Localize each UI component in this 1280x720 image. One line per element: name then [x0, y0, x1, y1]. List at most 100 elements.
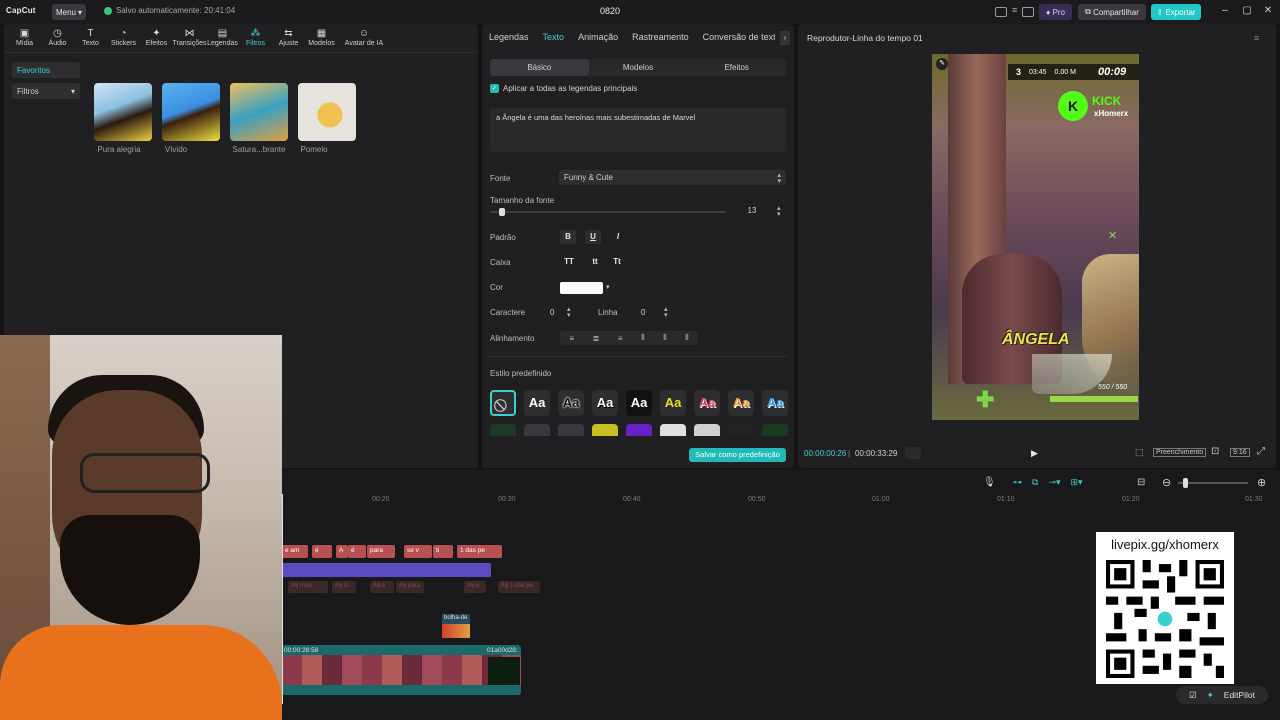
subtab-basic[interactable]: Básico: [490, 59, 589, 76]
tab-transitions[interactable]: ⋈ Transições: [173, 28, 207, 50]
sticker-clip-label[interactable]: bolha-de: [442, 614, 470, 624]
shortcuts-icon[interactable]: [1022, 7, 1034, 17]
tab-captions[interactable]: Legendas: [489, 32, 529, 42]
preset-style[interactable]: Aa: [728, 390, 754, 416]
tab-filters[interactable]: ⁂ Filtros: [239, 28, 272, 50]
font-size-slider[interactable]: [490, 211, 726, 213]
muted-text-clip[interactable]: A§ 1 das pe: [498, 581, 540, 593]
close-icon[interactable]: ✕: [1261, 5, 1275, 16]
save-preset-button[interactable]: Salvar como predefinição: [689, 448, 786, 462]
snap-icon[interactable]: ⊸▾: [1048, 477, 1060, 488]
tab-audio[interactable]: ◷ Áudio: [41, 28, 74, 50]
menu-button[interactable]: Menu ▾: [52, 4, 86, 20]
muted-text-clip[interactable]: A§ mais: [288, 581, 328, 593]
tab-adjust[interactable]: ⇆ Ajuste: [272, 28, 305, 50]
tab-text[interactable]: T Texto: [74, 28, 107, 50]
microphone-icon[interactable]: 🎙: [983, 477, 996, 488]
preset-style[interactable]: Aa: [524, 390, 550, 416]
magnet-icon[interactable]: ⧉: [1032, 477, 1038, 488]
preset-style[interactable]: [694, 424, 720, 436]
apply-all-checkbox[interactable]: ✓ Aplicar a todas as legendas principais: [490, 84, 637, 93]
caption-text-input[interactable]: a Ângela é uma das heroínas mais subesti…: [490, 108, 786, 152]
layout-icon[interactable]: [995, 7, 1007, 17]
tab-templates[interactable]: ▦ Modelos: [305, 28, 338, 50]
editpilot-button[interactable]: ☑ ✦ EditPilot: [1176, 686, 1268, 704]
filter-thumb-pomelo[interactable]: [298, 83, 356, 141]
sidebar-item-filters[interactable]: Filtros ▾: [12, 83, 80, 99]
filter-thumb-vivido[interactable]: [162, 83, 220, 141]
snapshot-icon[interactable]: ⊡: [1211, 446, 1219, 457]
tab-media[interactable]: ▣ Mídia: [8, 28, 41, 50]
muted-text-clip[interactable]: A§ é: [370, 581, 394, 593]
filter-thumb-pura-alegria[interactable]: [94, 83, 152, 141]
play-icon[interactable]: ▶: [1031, 448, 1038, 459]
layout-menu-icon[interactable]: ≡: [1012, 5, 1017, 15]
text-clip[interactable]: ti: [433, 545, 453, 558]
font-size-value[interactable]: 13: [740, 206, 764, 215]
preset-style[interactable]: Aa: [592, 390, 618, 416]
lowercase-button[interactable]: tt: [587, 255, 603, 269]
font-select[interactable]: Funny & Cute ▴ ▾: [559, 170, 786, 185]
font-size-slider-handle[interactable]: [499, 208, 506, 216]
align-bottom-icon[interactable]: ⫴: [685, 333, 688, 343]
color-swatch[interactable]: [560, 282, 603, 294]
preset-style[interactable]: Aa: [694, 390, 720, 416]
share-button[interactable]: ⧉ Compartilhar: [1078, 4, 1146, 20]
chevron-right-icon[interactable]: ›: [780, 31, 790, 45]
tab-captions[interactable]: ▤ Legendas: [206, 28, 239, 50]
character-spacing-value[interactable]: 0: [550, 308, 554, 317]
up-down-icon[interactable]: ▴ ▾: [777, 205, 781, 218]
filter-thumb-saturado[interactable]: [230, 83, 288, 141]
preset-style[interactable]: [490, 424, 516, 436]
aspect-ratio-button[interactable]: 9:16: [1230, 448, 1250, 457]
menu-icon[interactable]: ≡: [1254, 33, 1259, 43]
maximize-icon[interactable]: ▢: [1240, 5, 1254, 16]
align-left-icon[interactable]: ≡: [569, 334, 574, 343]
tab-text-conversion[interactable]: Conversão de texto: [703, 32, 775, 42]
text-clip[interactable]: A: [336, 545, 348, 558]
preset-style[interactable]: [660, 424, 686, 436]
captions-icon[interactable]: ⊟: [1137, 477, 1145, 488]
playhead[interactable]: [282, 494, 283, 704]
preset-style[interactable]: [558, 424, 584, 436]
muted-text-clip[interactable]: A§ para: [396, 581, 424, 593]
text-clip[interactable]: e am: [282, 545, 308, 558]
subtab-templates[interactable]: Modelos: [589, 59, 688, 76]
tab-stickers[interactable]: ◔ Stickers: [107, 28, 140, 50]
zoom-out-icon[interactable]: ⊖: [1162, 476, 1171, 489]
zoom-in-icon[interactable]: ⊕: [1257, 476, 1266, 489]
text-clip[interactable]: é: [312, 545, 332, 558]
text-clip[interactable]: é: [348, 545, 366, 558]
tab-animation[interactable]: Animação: [578, 32, 618, 42]
up-down-icon[interactable]: ▴ ▾: [664, 306, 668, 319]
align-top-icon[interactable]: ⫴: [641, 333, 644, 343]
minimize-icon[interactable]: –: [1218, 5, 1232, 16]
export-button[interactable]: ⇪ Exportar: [1151, 4, 1201, 20]
uppercase-button[interactable]: TT: [561, 255, 577, 269]
sticker-clip[interactable]: [442, 624, 470, 638]
align-center-icon[interactable]: ≣: [593, 334, 600, 343]
tab-ai-avatar[interactable]: ☺ Avatar de IA: [338, 28, 390, 50]
muted-text-clip[interactable]: A§ G: [332, 581, 356, 593]
zoom-slider-handle[interactable]: [1183, 478, 1188, 488]
preset-style[interactable]: [626, 424, 652, 436]
zoom-slider[interactable]: [1178, 482, 1248, 484]
align-middle-icon[interactable]: ⫴: [663, 333, 666, 343]
preset-style[interactable]: Aa: [626, 390, 652, 416]
sidebar-item-favorites[interactable]: Favoritos: [12, 62, 80, 78]
preset-style[interactable]: Aa: [558, 390, 584, 416]
chevron-down-icon[interactable]: ▾: [606, 283, 610, 291]
muted-text-clip[interactable]: A§ e: [464, 581, 486, 593]
subtab-effects[interactable]: Efeitos: [687, 59, 786, 76]
text-clip[interactable]: 1 das pe: [457, 545, 502, 558]
preset-style[interactable]: [592, 424, 618, 436]
preset-style[interactable]: [762, 424, 788, 436]
tab-effects[interactable]: ✦ Efeitos: [140, 28, 173, 50]
preset-style[interactable]: Aa: [762, 390, 788, 416]
preset-style[interactable]: [728, 424, 754, 436]
text-clip[interactable]: para: [367, 545, 395, 558]
video-preview[interactable]: ✎ 3 03:45 0.00 M 00:09 K KICK xHomerx ✕ ÂN…: [932, 54, 1139, 420]
tab-text[interactable]: Texto: [543, 32, 565, 42]
preset-none[interactable]: ⃠: [490, 390, 516, 416]
timecode-toggle[interactable]: [905, 447, 921, 459]
